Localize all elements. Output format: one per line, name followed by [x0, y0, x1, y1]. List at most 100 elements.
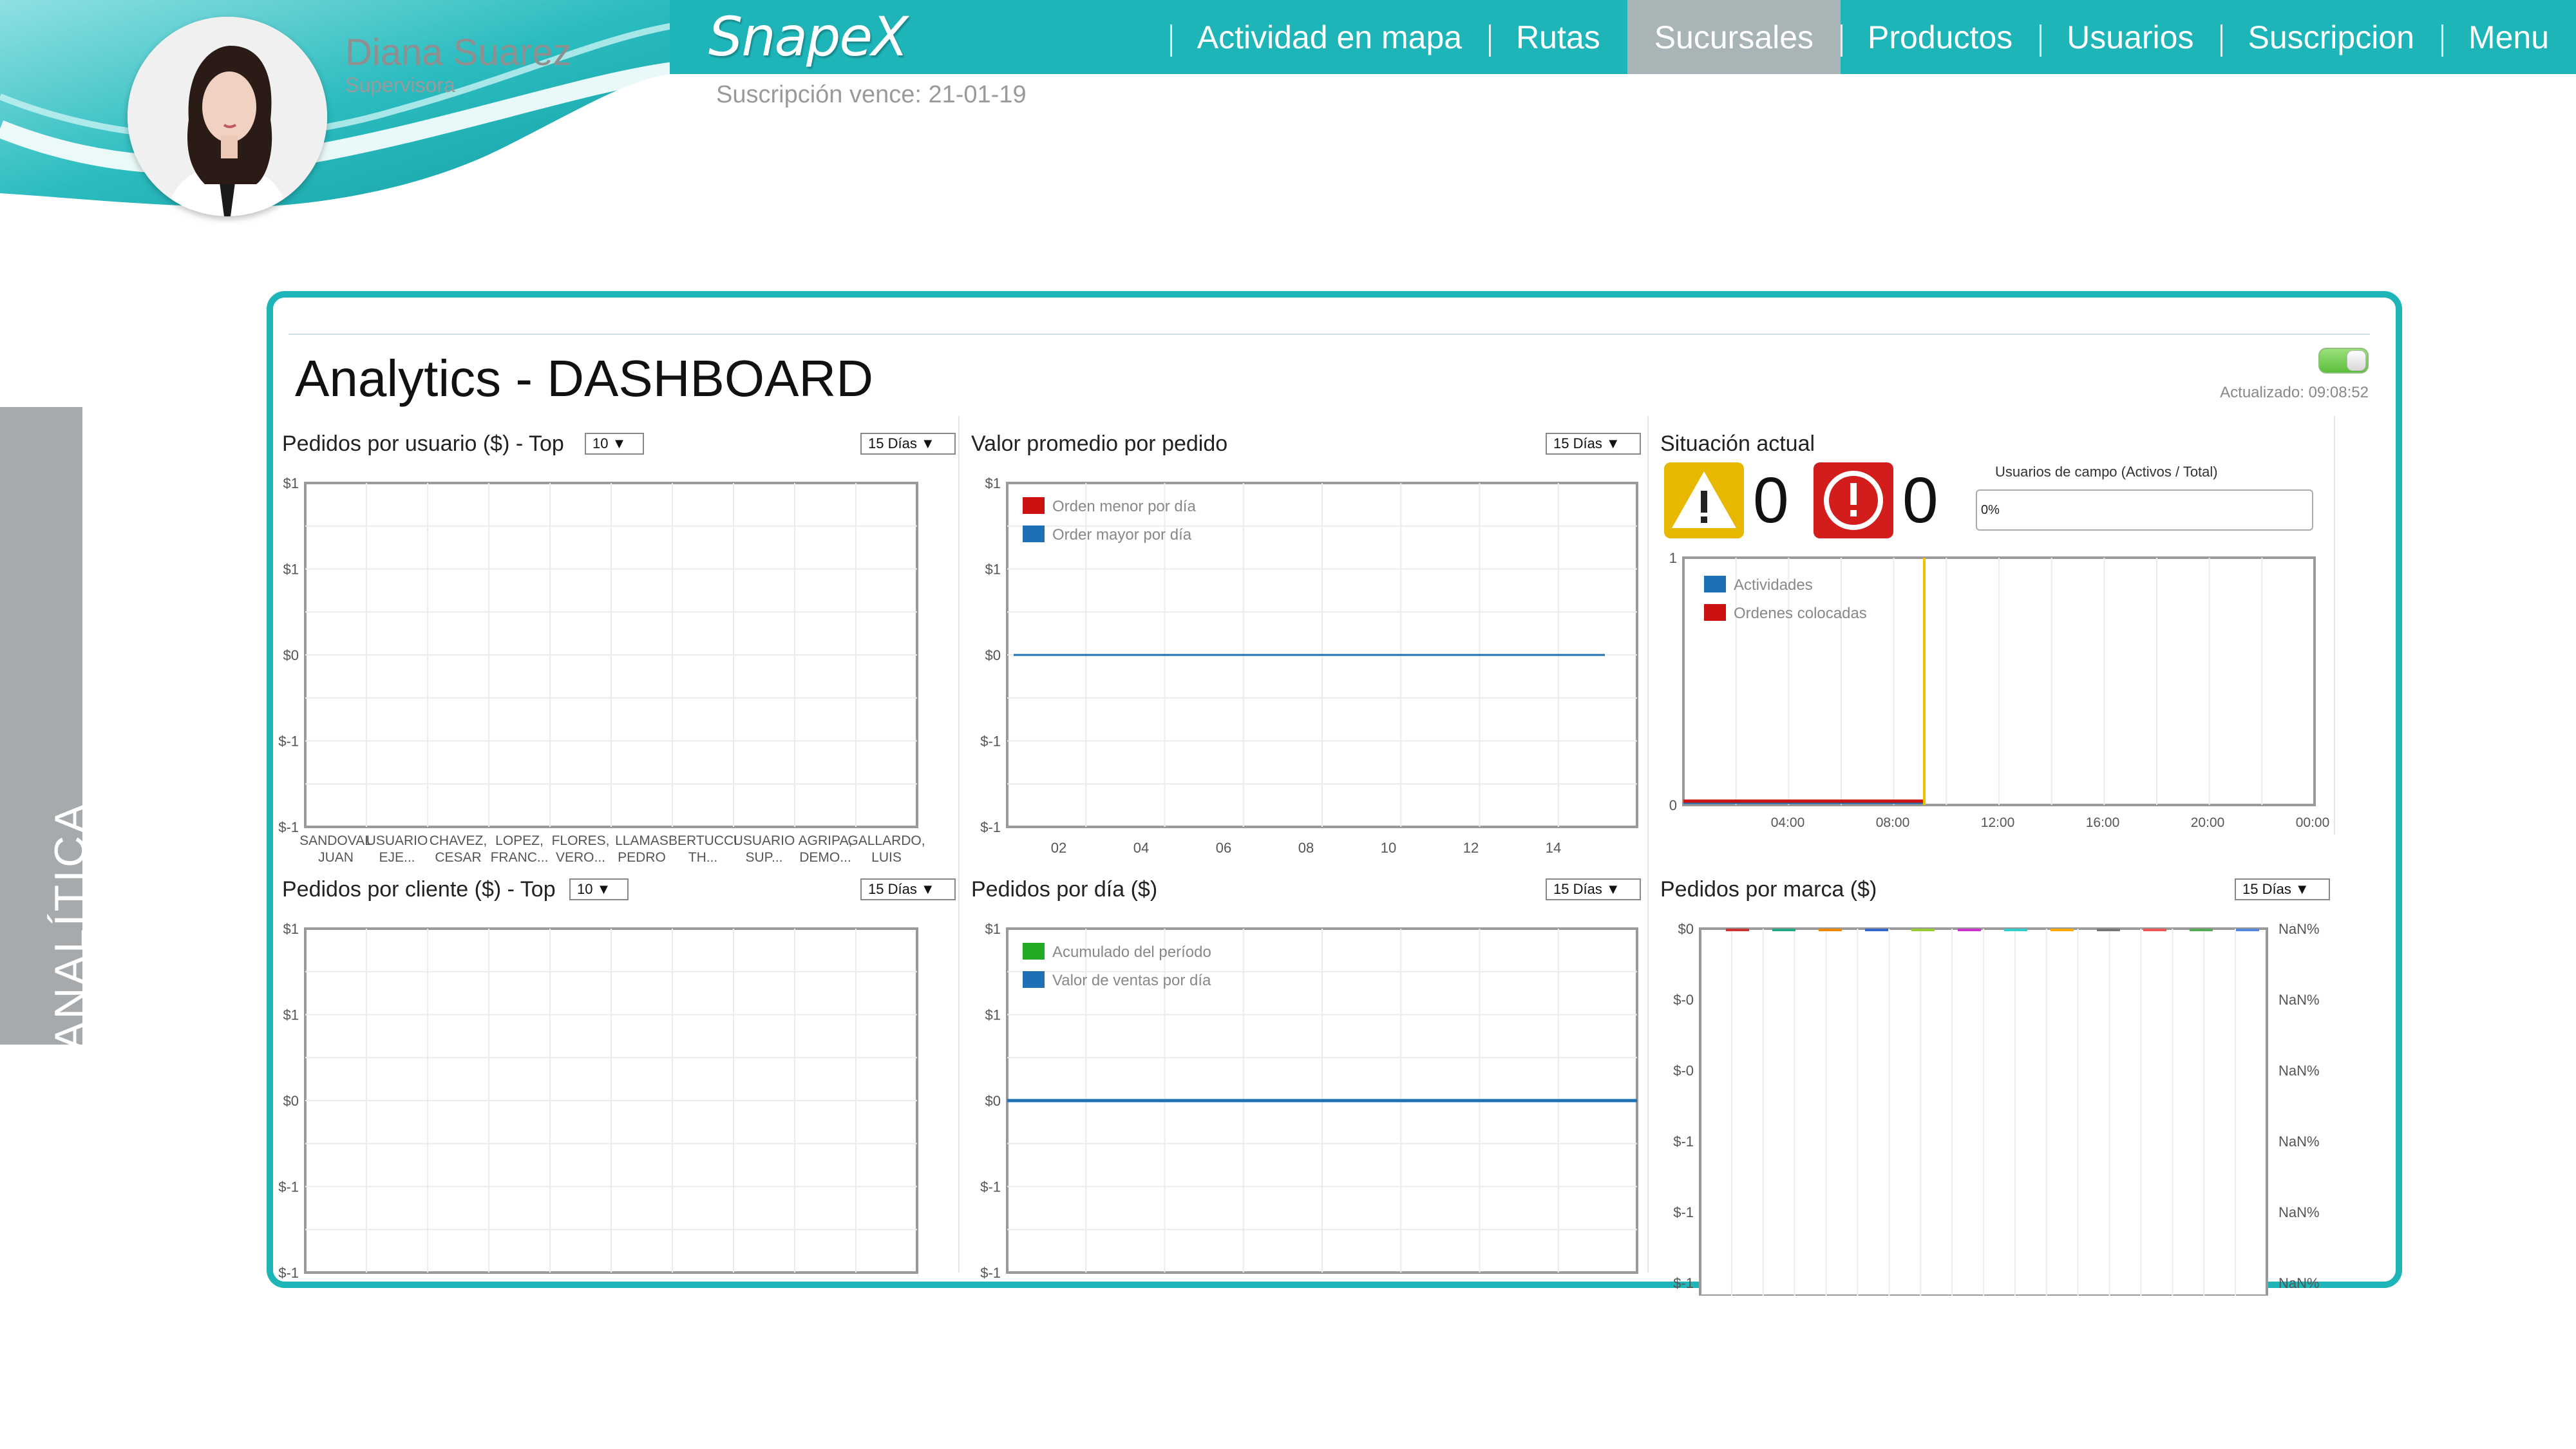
range-select[interactable]: 15 Días ▼ [860, 878, 956, 900]
subscription-expiry: Suscripción vence: 21-01-19 [716, 81, 1027, 108]
y-tick-label: $-1 [1673, 1204, 1694, 1220]
y-tick-label: 1 [1669, 550, 1677, 566]
legend-label: Actividades [1734, 576, 1813, 594]
main-nav: Actividad en mapa Rutas Sucursales Producto… [1170, 0, 2576, 74]
panel-title: Valor promedio por pedido [971, 431, 1228, 456]
y-tick-label: NaN% [2278, 921, 2320, 937]
x-tick-label: 12:00 [1981, 815, 2015, 830]
panel-title: Pedidos por marca ($) [1660, 877, 1877, 902]
analytics-dashboard: Analytics - DASHBOARD Actualizado: 09:08… [267, 291, 2402, 1296]
y-tick-label: $1 [985, 475, 1001, 491]
y-tick-label: $0 [985, 1093, 1001, 1109]
snapex-logo: SnapeX [708, 5, 909, 68]
x-tick-label: 06 [1216, 840, 1231, 856]
nav-productos[interactable]: Productos [1841, 0, 2040, 74]
y-tick-label: NaN% [2278, 1275, 2320, 1291]
y-tick-label: NaN% [2278, 1133, 2320, 1150]
panel-title: Pedidos por cliente ($) - Top [282, 877, 556, 902]
y-tick-label: $-1 [980, 1265, 1001, 1281]
alert-icon[interactable] [1814, 462, 1893, 538]
y-tick-label: NaN% [2278, 992, 2320, 1008]
nav-usuarios[interactable]: Usuarios [2040, 0, 2221, 74]
nav-suscripcion[interactable]: Suscripcion [2221, 0, 2441, 74]
chart-pedidos-dia: $1 $1 $0 $-1 $-1 Acumulado del período Valor d… [980, 921, 1638, 1281]
auto-refresh-toggle[interactable] [2318, 348, 2369, 374]
x-tick-label: 00:00 [2296, 815, 2330, 830]
legend-swatch [1023, 943, 1045, 960]
x-tick-label: SANDOVAL [299, 833, 372, 848]
y-tick-label: $1 [985, 921, 1001, 937]
side-tab-label: ANALÍTICA [46, 801, 95, 1051]
nav-actividad-en-mapa[interactable]: Actividad en mapa [1170, 0, 1489, 74]
y-tick-label: $1 [283, 475, 299, 491]
legend-swatch [1704, 604, 1726, 621]
top-select[interactable]: 10 ▼ [569, 878, 629, 900]
nav-rutas[interactable]: Rutas [1489, 0, 1627, 74]
x-tick-label: 04:00 [1771, 815, 1805, 830]
top-select[interactable]: 10 ▼ [585, 433, 644, 455]
y-tick-label: $-1 [980, 819, 1001, 835]
panel-situacion-actual: Situación actual 0 0 Usuarios de campo (… [1651, 425, 2334, 863]
x-tick-label: 16:00 [2086, 815, 2120, 830]
nav-sucursales[interactable]: Sucursales [1627, 0, 1841, 74]
range-select[interactable]: 15 Días ▼ [860, 433, 956, 455]
y-tick-label: $0 [283, 647, 299, 663]
x-tick-label: CESAR [435, 850, 481, 863]
y-tick-label: $-1 [278, 734, 299, 750]
panel-pedidos-usuario: Pedidos por usuario ($) - Top 10 ▼ 15 Dí… [273, 425, 956, 863]
x-tick-label: JUAN [318, 850, 354, 863]
x-tick-label: 20:00 [2191, 815, 2225, 830]
x-tick-label: EJE... [379, 850, 415, 863]
legend-swatch [1023, 971, 1045, 988]
range-select[interactable]: 15 Días ▼ [1546, 433, 1641, 455]
x-tick-label: CHAVEZ, [430, 833, 487, 848]
y-tick-label: $-0 [1673, 1063, 1694, 1079]
legend-swatch [1023, 497, 1045, 514]
y-tick-label: $1 [283, 921, 299, 937]
y-tick-label: NaN% [2278, 1063, 2320, 1079]
chart-situacion-actual: 1 0 04:00 08:00 12:00 16:00 20:00 00:00 Activida… [1669, 550, 2330, 830]
x-tick-label: LLAMAS [615, 833, 668, 848]
user-role: Supervisora [345, 73, 455, 97]
page-title: Analytics - DASHBOARD [295, 350, 873, 407]
last-updated: Actualizado: 09:08:52 [2220, 384, 2369, 401]
legend-swatch [1023, 526, 1045, 542]
y-tick-label: $1 [283, 562, 299, 578]
y-tick-label: $1 [283, 1007, 299, 1023]
chart-pedidos-usuario: $1$1$0$-1$-1SANDOVALJUANUSUARIOEJE...CHA… [278, 475, 925, 863]
column-divider [2334, 416, 2335, 835]
warning-icon[interactable] [1664, 462, 1744, 538]
avatar[interactable] [128, 17, 327, 216]
legend-label: Orden menor por día [1052, 498, 1196, 515]
y-tick-label: $-1 [278, 1179, 299, 1195]
x-tick-label: 08 [1298, 840, 1314, 856]
field-users-percent: 0% [1981, 502, 2000, 517]
x-tick-label: 12 [1463, 840, 1479, 856]
warning-count: 0 [1753, 464, 1789, 536]
y-tick-label: $1 [985, 562, 1001, 578]
panel-title: Situación actual [1660, 431, 1815, 456]
range-select[interactable]: 15 Días ▼ [2235, 878, 2330, 900]
analytics-side-tab[interactable]: ANALÍTICA [0, 407, 95, 1051]
range-select[interactable]: 15 Días ▼ [1546, 878, 1641, 900]
user-photo [128, 17, 327, 216]
legend-swatch [1704, 576, 1726, 592]
x-tick-label: USUARIO [366, 833, 428, 848]
field-users-label: Usuarios de campo (Activos / Total) [1995, 464, 2218, 480]
x-tick-label: 14 [1546, 840, 1561, 856]
alert-count: 0 [1902, 464, 1938, 536]
y-tick-label: 0 [1669, 797, 1677, 813]
y-tick-label: $-1 [1673, 1133, 1694, 1150]
chart-valor-promedio: $1 $1 $0 $-1 $-1 02 04 06 08 10 12 14 Orden menor po… [980, 475, 1638, 856]
y-tick-label: $0 [1678, 921, 1694, 937]
x-tick-label: 08:00 [1876, 815, 1910, 830]
y-tick-label: $-1 [278, 819, 299, 835]
user-name: Diana Suarez [345, 32, 572, 73]
y-tick-label: $1 [985, 1007, 1001, 1023]
app-header: SnapeX Actividad en mapa Rutas Sucursales P… [0, 0, 2576, 216]
nav-menu[interactable]: Menu [2441, 0, 2576, 74]
panel-valor-promedio: Valor promedio por pedido 15 Días ▼ $1 $1… [962, 425, 1645, 863]
panel-pedidos-marca: Pedidos por marca ($) 15 Días ▼ $0 $-0 $-0… [1651, 871, 2334, 1309]
y-tick-label: NaN% [2278, 1204, 2320, 1220]
panel-title: Pedidos por día ($) [971, 877, 1158, 902]
